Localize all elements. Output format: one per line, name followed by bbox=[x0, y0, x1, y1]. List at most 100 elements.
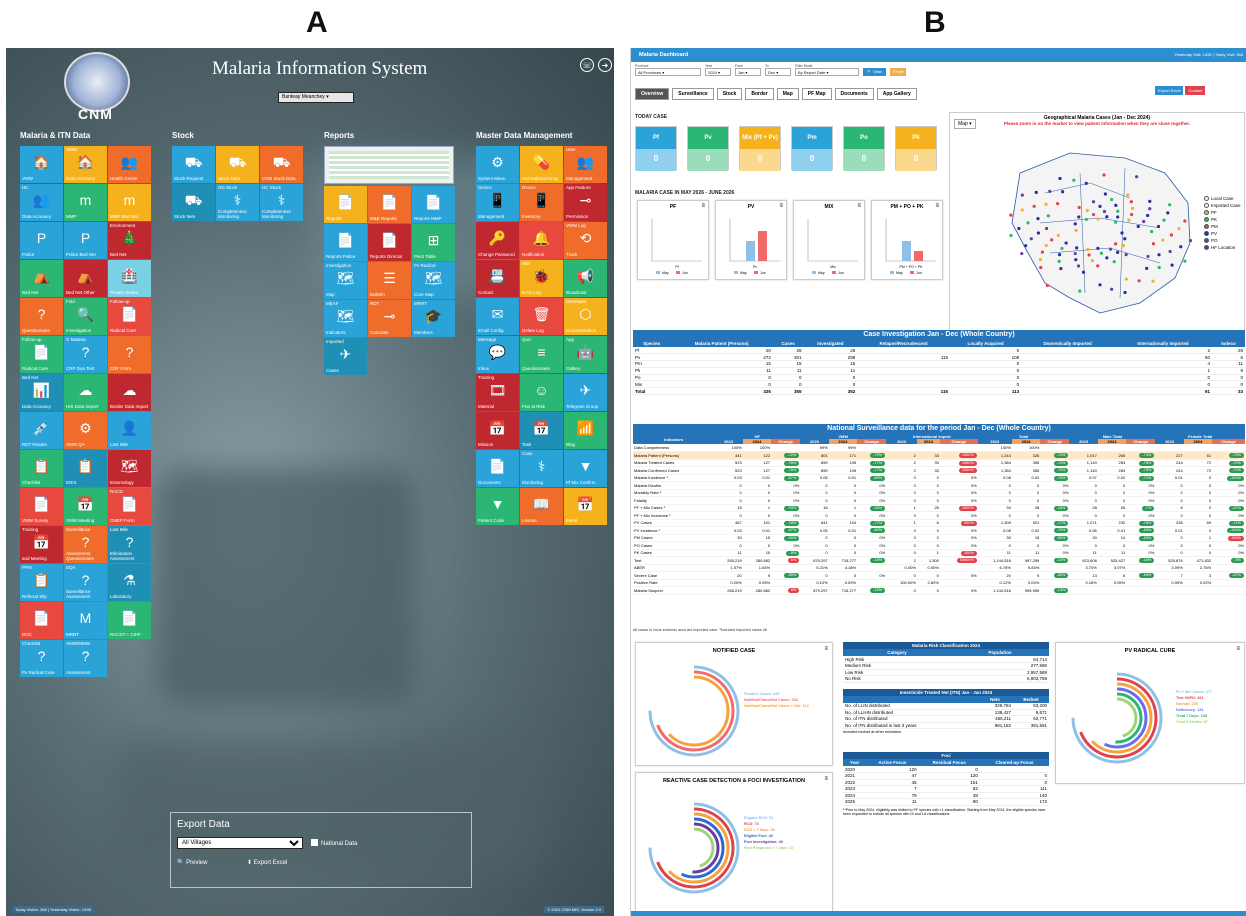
menu-tile[interactable]: Imported ✈ Cases bbox=[324, 338, 367, 375]
menu-tile[interactable]: 👥 Health Center bbox=[108, 146, 151, 183]
filter-select[interactable]: By Report Date ▾ bbox=[795, 68, 859, 76]
menu-tile[interactable]: ⛟ Stock Item bbox=[172, 184, 215, 221]
menu-tile[interactable]: 📅 Task bbox=[520, 412, 563, 449]
menu-tile[interactable]: Investigation 🗺 Map bbox=[324, 262, 367, 299]
menu-tile[interactable]: Fold 🔍 Investigation bbox=[64, 298, 107, 335]
menu-icon[interactable]: ≡ bbox=[779, 203, 783, 209]
menu-tile[interactable]: 📶 Blog bbox=[564, 412, 607, 449]
menu-icon[interactable]: ≡ bbox=[824, 776, 828, 782]
logout-icon[interactable]: ➜ bbox=[598, 58, 612, 72]
menu-tile[interactable]: MEAF 🗺 Indicators bbox=[324, 300, 367, 337]
menu-tile[interactable]: 📄 DOC bbox=[20, 602, 63, 639]
menu-tile[interactable]: MIS 🐞 Error Log bbox=[520, 260, 563, 297]
menu-tile[interactable]: 📄 RACDT + CIHF bbox=[108, 602, 151, 639]
menu-tile[interactable]: Message 💬 Inbox bbox=[476, 336, 519, 373]
menu-tile[interactable]: Training 📅 and Meeting bbox=[20, 526, 63, 563]
menu-tile[interactable]: User 👥 Management bbox=[564, 146, 607, 183]
menu-tile[interactable]: App 🤖 Gallery bbox=[564, 336, 607, 373]
menu-tile[interactable]: ⚗ Laboratory bbox=[108, 564, 151, 601]
menu-tile[interactable]: HC Stock ⚕ Completeness Monitoring bbox=[260, 184, 303, 221]
menu-tile[interactable]: P Police bbox=[20, 222, 63, 259]
menu-tile[interactable]: Environment 🎄 Bed Net bbox=[108, 222, 151, 259]
export-excel-button[interactable]: ⬇ Export Excel bbox=[247, 859, 287, 866]
menu-tile[interactable]: Quiz ≡ Questionnaire bbox=[520, 336, 563, 373]
menu-tile[interactable]: Device 📱 Inventory bbox=[520, 184, 563, 221]
menu-tile[interactable]: 📇 Contact bbox=[476, 260, 519, 297]
export-excel-button[interactable]: Export Excel bbox=[1155, 86, 1184, 95]
menu-icon[interactable]: ≡ bbox=[701, 203, 705, 209]
menu-tile[interactable]: VMW Log ⟲ Track bbox=[564, 222, 607, 259]
menu-tile[interactable]: Surveillance? Assessment Questionnaire bbox=[64, 526, 107, 563]
tab-map[interactable]: Map bbox=[776, 88, 799, 100]
menu-tile[interactable]: 🔑 Change Password bbox=[476, 222, 519, 259]
menu-tile[interactable]: 📄 Documents bbox=[476, 450, 519, 487]
menu-tile[interactable]: ✈ Telegram Group bbox=[564, 374, 607, 411]
menu-tile[interactable]: ? Questionnaire bbox=[20, 298, 63, 335]
tab-stock[interactable]: Stock bbox=[716, 88, 743, 100]
menu-tile[interactable]: 🗑 Delete Log bbox=[520, 298, 563, 335]
contact-button[interactable]: Contact bbox=[1185, 86, 1206, 95]
menu-icon[interactable]: ≡ bbox=[935, 203, 939, 209]
menu-tile[interactable]: Follow-up 📄 Radical Cure bbox=[20, 336, 63, 373]
menu-tile[interactable]: M MRRT bbox=[64, 602, 107, 639]
menu-icon[interactable]: ≡ bbox=[1236, 646, 1240, 652]
menu-tile[interactable]: ⚙ VMW QA bbox=[64, 412, 107, 449]
menu-tile[interactable]: 📄 Reports Police bbox=[324, 224, 367, 261]
tab-documents[interactable]: Documents bbox=[834, 88, 874, 100]
menu-tile[interactable]: MRRT 🎓 Members bbox=[412, 300, 455, 337]
menu-tile[interactable]: App Feature ⊸ Permission bbox=[564, 184, 607, 221]
menu-tile[interactable]: 🔔 Notification bbox=[520, 222, 563, 259]
menu-tile[interactable]: Developer ⬡ Documentation bbox=[564, 298, 607, 335]
menu-tile[interactable]: 🏥 Private Sector bbox=[108, 260, 151, 297]
menu-tile[interactable]: 📄 VMW Survey bbox=[20, 488, 63, 525]
menu-tile[interactable]: Follow-up 📄 Radical Cure bbox=[108, 298, 151, 335]
menu-tile[interactable]: 📋 IDES bbox=[64, 450, 107, 487]
menu-tile[interactable]: ⛺ Bed Net bbox=[20, 260, 63, 297]
menu-tile[interactable]: ▼ Patient Code bbox=[476, 488, 519, 525]
menu-tile[interactable]: VMW/MMW? Assessment bbox=[64, 640, 107, 677]
preview-button[interactable]: 🔍 Preview bbox=[177, 859, 207, 866]
menu-icon[interactable]: ≡ bbox=[824, 646, 828, 652]
village-select[interactable]: All Villages bbox=[177, 837, 303, 849]
menu-tile[interactable]: 💉 RDT Reader bbox=[20, 412, 63, 449]
menu-tile[interactable]: ☁ Border Data Import bbox=[108, 374, 151, 411]
menu-tile[interactable]: ☰ Bulletin bbox=[368, 262, 411, 299]
menu-tile[interactable]: Checklist? Pv Radical Cure bbox=[20, 640, 63, 677]
menu-tile[interactable]: RDT ⊸ Calculate bbox=[368, 300, 411, 337]
reset-button[interactable]: Reset bbox=[889, 68, 907, 76]
menu-tile[interactable]: ⛺ Bed Net Other bbox=[64, 260, 107, 297]
tab-app-gallery[interactable]: App Gallery bbox=[876, 88, 917, 100]
menu-tile[interactable]: Last Mile? Elimination Assessment bbox=[108, 526, 151, 563]
menu-tile[interactable]: ⚙ System Menu bbox=[476, 146, 519, 183]
menu-tile[interactable]: ⛟ CNM Stock Data bbox=[260, 146, 303, 183]
filter-select[interactable]: 2024 ▾ bbox=[705, 68, 731, 76]
menu-tile[interactable]: m MMP bbox=[64, 184, 107, 221]
menu-tile[interactable]: 📅 Event bbox=[564, 488, 607, 525]
tab-pf-map[interactable]: PF Map bbox=[801, 88, 832, 100]
menu-tile[interactable]: 👤 Last Mile bbox=[108, 412, 151, 449]
menu-tile[interactable]: 📄 Reports Director bbox=[368, 224, 411, 261]
menu-tile[interactable]: ? CRF Form bbox=[108, 336, 151, 373]
menu-tile[interactable]: 📄 M&E Reports bbox=[368, 186, 411, 223]
menu-tile[interactable]: P Police Bed Net bbox=[64, 222, 107, 259]
menu-tile[interactable]: 📢 Broadcast bbox=[564, 260, 607, 297]
menu-tile[interactable]: 📖 Lesson bbox=[520, 488, 563, 525]
menu-tile[interactable]: Device 📱 Management bbox=[476, 184, 519, 221]
menu-tile[interactable]: 🗺 Entomology bbox=[108, 450, 151, 487]
filter-select[interactable]: Dec ▾ bbox=[765, 68, 791, 76]
menu-tile[interactable]: 📅 Mission bbox=[476, 412, 519, 449]
menu-tile[interactable]: ☺ Pop at Risk bbox=[520, 374, 563, 411]
view-button[interactable]: 🔍 View bbox=[863, 68, 886, 76]
national-data-checkbox[interactable]: National Data bbox=[311, 839, 357, 847]
tab-surveillance[interactable]: Surveillance bbox=[672, 88, 714, 100]
menu-tile[interactable]: Training 🎞 Material bbox=[476, 374, 519, 411]
filter-select[interactable]: Jan ▾ bbox=[735, 68, 761, 76]
menu-tile[interactable]: ▼ Pf Mix Confirm bbox=[564, 450, 607, 487]
menu-tile[interactable]: 📅 VMW Meeting bbox=[64, 488, 107, 525]
province-select[interactable]: Banteay Meanchey ▾ bbox=[278, 92, 354, 103]
menu-tile[interactable]: OD Stock ⚕ Completeness Monitoring bbox=[216, 184, 259, 221]
menu-icon[interactable]: ≡ bbox=[857, 203, 861, 209]
menu-tile[interactable]: Pv Radical 🗺 Cure Map bbox=[412, 262, 455, 299]
phone-icon[interactable]: ☏ bbox=[580, 58, 594, 72]
menu-tile[interactable]: DQA? Surveillance Assessment bbox=[64, 564, 107, 601]
